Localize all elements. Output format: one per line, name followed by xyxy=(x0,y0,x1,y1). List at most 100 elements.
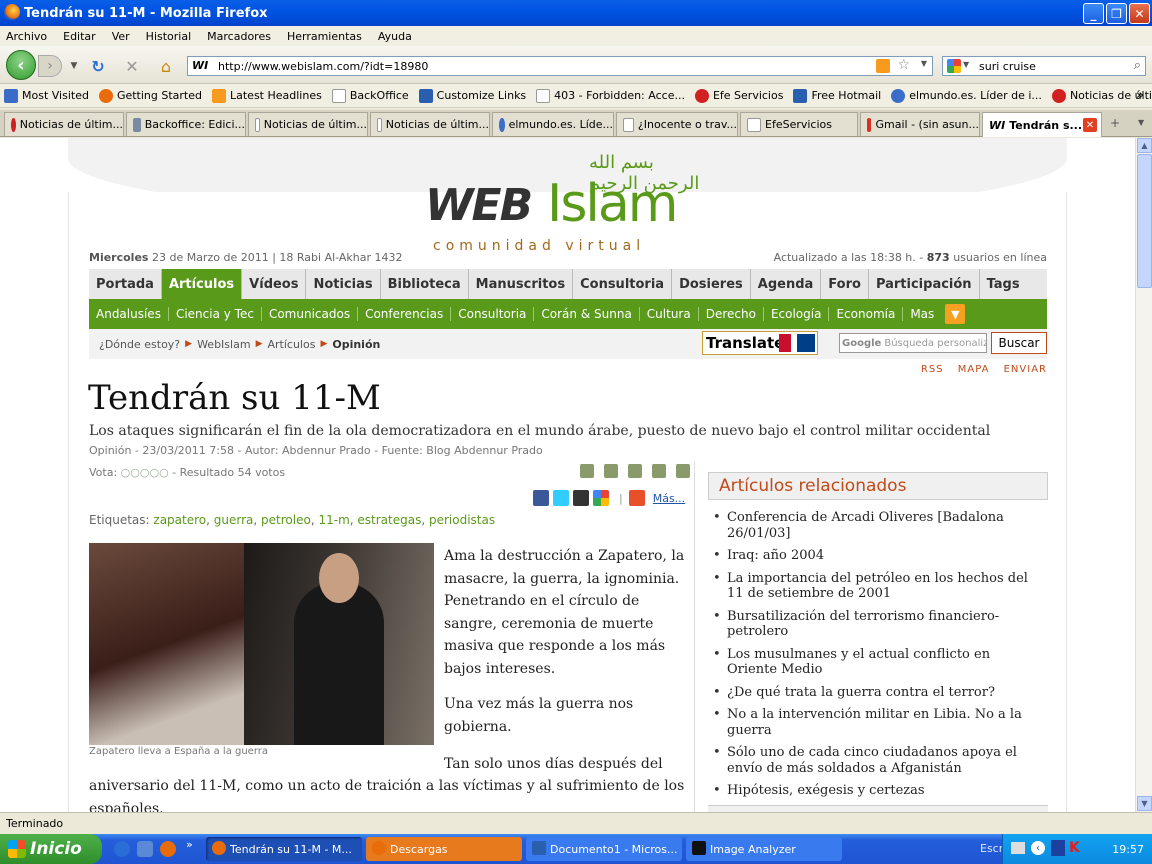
tag-link[interactable]: 11-m xyxy=(318,513,349,527)
taskbar-button-active[interactable]: Tendrán su 11-M - M... xyxy=(206,837,362,861)
tab[interactable]: Gmail - (sin asun... xyxy=(860,112,980,136)
related-item[interactable]: Bursatilización del terrorismo financier… xyxy=(713,609,1043,640)
new-tab-button[interactable]: + xyxy=(1110,116,1120,130)
tab-active[interactable]: WI Tendrán s... ✕ xyxy=(982,112,1102,137)
menu-historial[interactable]: Historial xyxy=(146,30,191,43)
subnav-item[interactable]: Ciencia y Tec xyxy=(169,307,262,321)
menu-editar[interactable]: Editar xyxy=(63,30,96,43)
related-item[interactable]: Iraq: año 2004 xyxy=(713,548,1043,564)
search-icon[interactable]: ⌕ xyxy=(1134,58,1141,73)
edit-icon[interactable] xyxy=(676,464,690,478)
firefox-icon[interactable] xyxy=(160,841,176,857)
bookmark-item[interactable]: elmundo.es. Líder de i... xyxy=(891,88,1042,103)
related-item[interactable]: Sólo uno de cada cinco ciudadanos apoya … xyxy=(713,745,1043,776)
nav-biblioteca[interactable]: Biblioteca xyxy=(381,269,469,299)
bookmark-item[interactable]: Getting Started xyxy=(98,88,202,103)
enviar-link[interactable]: ENVIAR xyxy=(1004,364,1047,375)
nav-videos[interactable]: Vídeos xyxy=(242,269,307,299)
print-icon[interactable] xyxy=(604,464,618,478)
share-more-link[interactable]: Más... xyxy=(653,492,685,505)
close-button[interactable]: ✕ xyxy=(1129,3,1150,24)
bookmark-item[interactable]: Efe Servicios xyxy=(694,88,783,103)
breadcrumb-articulos[interactable]: Artículos xyxy=(267,338,315,351)
tab[interactable]: Noticias de últim... xyxy=(4,112,124,136)
subnav-item[interactable]: Consultoria xyxy=(451,307,535,321)
tab[interactable]: Noticias de últim... xyxy=(370,112,490,136)
tab-list-icon[interactable]: ▼ xyxy=(1138,118,1144,127)
rss-icon[interactable] xyxy=(876,59,890,73)
related-item[interactable]: Los musulmanes y el actual conflicto en … xyxy=(713,647,1043,678)
nav-tags[interactable]: Tags xyxy=(980,269,1027,299)
tag-link[interactable]: zapatero xyxy=(153,513,206,527)
url-bar[interactable]: WI http://www.webislam.com/?idt=18980 ☆ … xyxy=(187,56,933,76)
reload-icon[interactable]: ↻ xyxy=(88,56,108,76)
nav-manuscritos[interactable]: Manuscritos xyxy=(469,269,574,299)
menu-herramientas[interactable]: Herramientas xyxy=(287,30,362,43)
nav-consultoria[interactable]: Consultoria xyxy=(573,269,673,299)
menu-ayuda[interactable]: Ayuda xyxy=(378,30,412,43)
scroll-up-icon[interactable]: ▲ xyxy=(1137,138,1152,153)
taskbar-button[interactable]: Descargas xyxy=(366,837,522,861)
tab[interactable]: Backoffice: Edici... xyxy=(126,112,246,136)
tab[interactable]: elmundo.es. Líde... xyxy=(492,112,614,136)
keyboard-icon[interactable] xyxy=(1011,842,1025,854)
tag-link[interactable]: guerra xyxy=(214,513,254,527)
related-item[interactable]: La importancia del petróleo en los hecho… xyxy=(713,571,1043,602)
start-button[interactable]: Inicio xyxy=(0,834,102,864)
ie-icon[interactable] xyxy=(114,841,130,857)
antivirus-icon[interactable]: K xyxy=(1069,840,1080,856)
chevron-down-icon[interactable]: ▼ xyxy=(945,304,966,324)
bookmark-item[interactable]: 403 - Forbidden: Acce... xyxy=(536,88,685,103)
bookmark-star-icon[interactable]: ☆ xyxy=(897,57,910,73)
bookmark-item[interactable]: Latest Headlines xyxy=(212,88,322,103)
url-dropdown-icon[interactable]: ▼ xyxy=(921,59,927,68)
stop-icon[interactable]: ✕ xyxy=(122,56,142,76)
save-icon[interactable] xyxy=(580,464,594,478)
bluetooth-icon[interactable] xyxy=(1051,840,1065,856)
taskbar-button[interactable]: Documento1 - Micros... xyxy=(526,837,682,861)
menu-archivo[interactable]: Archivo xyxy=(6,30,47,43)
subnav-item[interactable]: Ecología xyxy=(764,307,830,321)
chevron-left-icon[interactable]: ‹ xyxy=(1031,841,1045,855)
engine-dropdown-icon[interactable]: ▼ xyxy=(963,60,969,69)
home-icon[interactable]: ⌂ xyxy=(156,56,176,76)
nav-articulos[interactable]: Artículos xyxy=(161,269,243,299)
mapa-link[interactable]: MAPA xyxy=(958,364,990,375)
tab[interactable]: EfeServicios xyxy=(740,112,858,136)
menu-marcadores[interactable]: Marcadores xyxy=(207,30,271,43)
subnav-item[interactable]: Corán & Sunna xyxy=(534,307,640,321)
subnav-item[interactable]: Andalusíes xyxy=(89,307,169,321)
tab[interactable]: Noticias de últim... xyxy=(248,112,368,136)
breadcrumb-webislam[interactable]: WebIslam xyxy=(197,338,250,351)
vertical-scrollbar[interactable]: ▲ ▼ xyxy=(1135,138,1152,812)
add-share-icon[interactable] xyxy=(628,490,645,506)
bookmark-item[interactable]: BackOffice xyxy=(331,88,409,103)
bookmarks-overflow-button[interactable]: » xyxy=(1136,88,1144,103)
google-buzz-icon[interactable] xyxy=(593,490,609,506)
google-icon[interactable] xyxy=(947,59,961,73)
nav-portada[interactable]: Portada xyxy=(89,269,162,299)
scroll-thumb[interactable] xyxy=(1137,154,1152,288)
tag-link[interactable]: petroleo xyxy=(261,513,311,527)
rss-link[interactable]: RSS xyxy=(921,364,944,375)
translate-button[interactable]: Translate xyxy=(702,331,818,355)
subnav-item[interactable]: Derecho xyxy=(699,307,764,321)
quicklaunch-overflow-icon[interactable]: » xyxy=(186,838,193,851)
related-item[interactable]: ¿De qué trata la guerra contra el terror… xyxy=(713,685,1043,701)
history-dropdown[interactable]: ▼ xyxy=(64,56,84,76)
back-button[interactable]: ‹ xyxy=(6,50,36,80)
minimize-button[interactable]: _ xyxy=(1083,3,1104,24)
rating-stars[interactable]: ○○○○○ xyxy=(121,466,169,479)
close-tab-icon[interactable]: ✕ xyxy=(1083,118,1097,132)
nav-dosieres[interactable]: Dosieres xyxy=(672,269,751,299)
subnav-item[interactable]: Economía xyxy=(829,307,904,321)
subnav-item[interactable]: Comunicados xyxy=(262,307,359,321)
facebook-icon[interactable] xyxy=(533,490,549,506)
bookmark-item[interactable]: Free Hotmail xyxy=(793,88,881,103)
bookmark-item[interactable]: Most Visited xyxy=(4,88,89,103)
search-bar[interactable]: ▼ suri cruise ⌕ xyxy=(942,56,1146,76)
subnav-item[interactable]: Conferencias xyxy=(358,307,452,321)
pdf-icon[interactable] xyxy=(628,464,642,478)
google-search-input[interactable]: Google Búsqueda personalizada xyxy=(839,333,987,353)
nav-foro[interactable]: Foro xyxy=(821,269,869,299)
